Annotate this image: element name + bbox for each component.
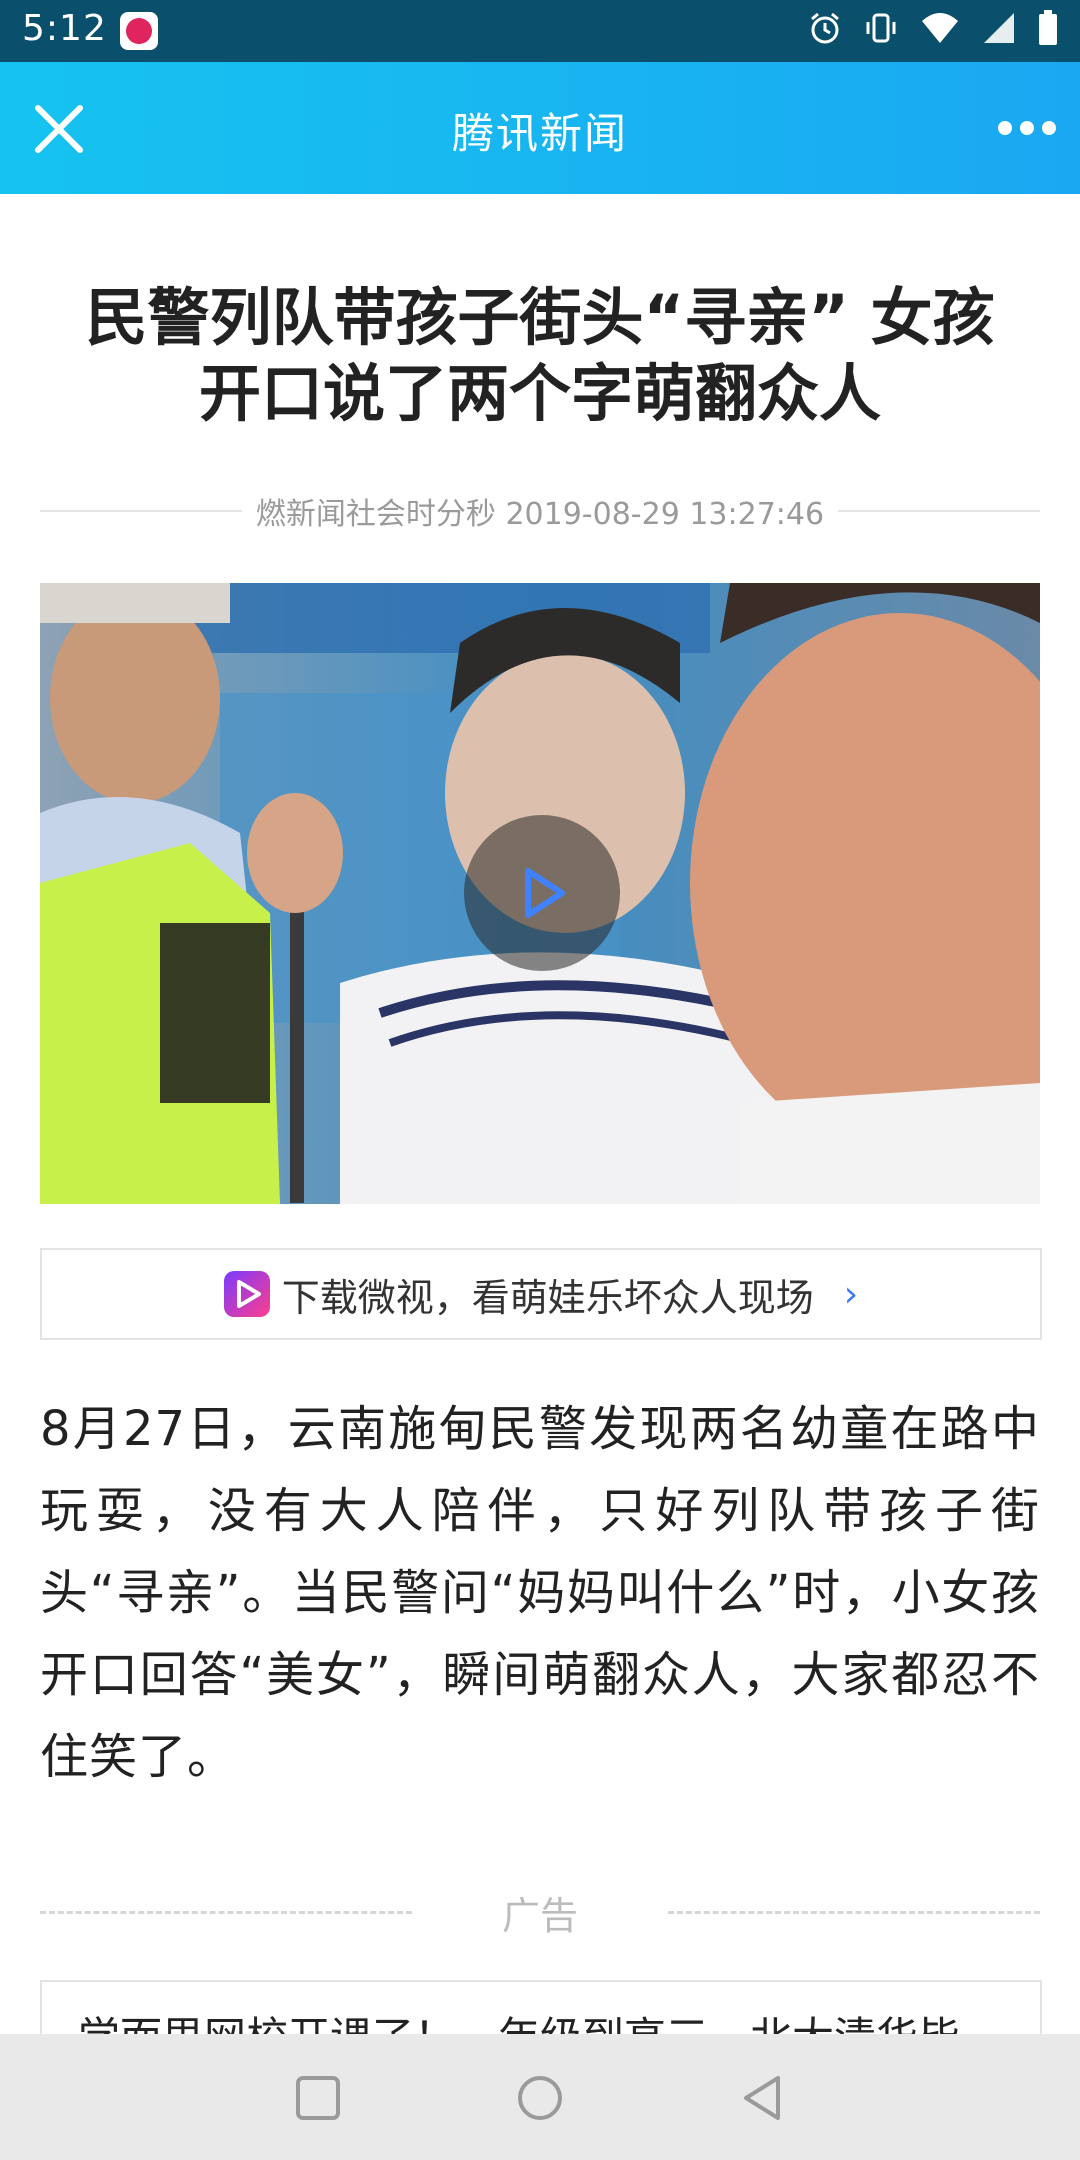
nav-home-icon <box>518 2076 562 2120</box>
battery-icon <box>1039 10 1057 45</box>
alarm-icon <box>811 12 839 44</box>
video-player[interactable] <box>40 583 1040 1204</box>
notification-app-icon <box>120 12 158 50</box>
signal-icon <box>984 13 1014 43</box>
article-title: 民警列队带孩子街头“寻亲” 女孩开口说了两个字萌翻众人 <box>85 281 995 430</box>
weishi-logo-icon <box>223 1271 270 1317</box>
navigation-bar <box>0 2034 1080 2160</box>
play-button[interactable] <box>464 815 620 971</box>
divider <box>668 1910 1041 1914</box>
app-bar: 腾讯新闻 <box>0 62 1080 194</box>
divider <box>40 510 242 512</box>
ad-divider: 广告 <box>40 1886 1041 1938</box>
article-meta: 燃新闻社会时分秒 2019-08-29 13:27:46 <box>40 488 1040 534</box>
promo-text: 下载微视，看萌娃乐坏众人现场 <box>281 1275 814 1320</box>
divider <box>838 510 1040 512</box>
more-icon <box>998 121 1012 135</box>
divider <box>40 1910 412 1914</box>
ad-label: 广告 <box>502 1893 579 1938</box>
status-icons <box>808 10 1058 46</box>
nav-back-button[interactable] <box>734 2070 790 2126</box>
chevron-right-icon: › <box>843 1273 859 1315</box>
more-button[interactable] <box>998 118 1058 138</box>
nav-back-icon <box>744 2076 780 2120</box>
wifi-icon <box>922 13 958 43</box>
status-bar: 5:12 <box>0 0 1080 62</box>
nav-home-button[interactable] <box>512 2070 568 2126</box>
play-icon <box>525 868 565 918</box>
app-title: 腾讯新闻 <box>451 109 628 158</box>
download-weishi-banner[interactable]: 下载微视，看萌娃乐坏众人现场 › <box>40 1248 1042 1340</box>
vibrate-icon <box>866 13 896 43</box>
source-and-time: 燃新闻社会时分秒 2019-08-29 13:27:46 <box>255 497 825 532</box>
nav-recents-button[interactable] <box>290 2070 346 2126</box>
article-body: 8月27日，云南施甸民警发现两名幼童在路中玩耍，没有大人陪伴，只好列队带孩子街头… <box>40 1401 1040 1785</box>
nav-recents-icon <box>296 2076 340 2120</box>
status-time: 5:12 <box>22 8 107 49</box>
